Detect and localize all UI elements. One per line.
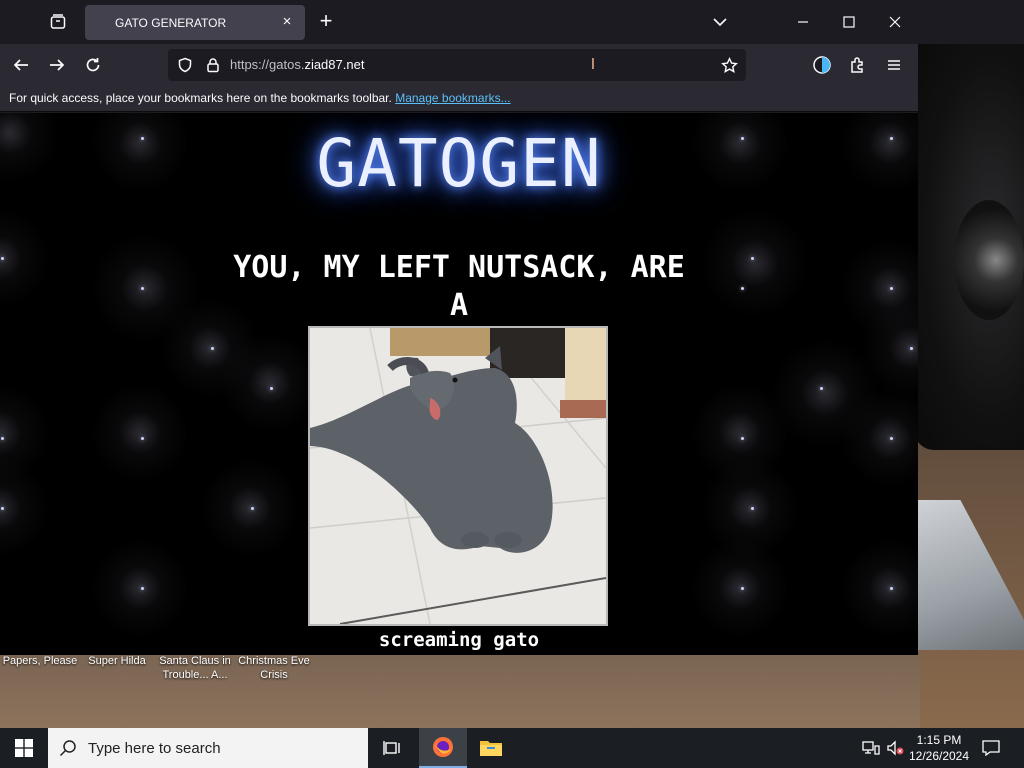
background-star bbox=[890, 437, 893, 440]
url-text[interactable]: https://gatos.ziad87.net bbox=[230, 57, 364, 72]
back-arrow-icon[interactable] bbox=[10, 54, 32, 76]
url-prefix: https://gatos. bbox=[230, 57, 305, 72]
background-star bbox=[751, 507, 754, 510]
browser-window: GATO GENERATOR × + https://gatos.ziad87.… bbox=[0, 0, 918, 655]
desktop-icon-label: Super Hilda bbox=[88, 655, 146, 667]
desktop-icon-super-hilda[interactable]: Super Hilda bbox=[80, 654, 154, 668]
site-title: GATOGEN bbox=[316, 125, 602, 202]
background-star bbox=[270, 387, 273, 390]
clock-date: 12/26/2024 bbox=[908, 749, 970, 763]
taskbar: Type here to search 1:15 PM 12/26/2024 bbox=[0, 728, 1024, 768]
windows-start-icon[interactable] bbox=[0, 728, 48, 768]
desktop-icon-santa-claus[interactable]: Santa Claus in Trouble... A... bbox=[155, 654, 235, 682]
bookmarks-message: For quick access, place your bookmarks h… bbox=[9, 91, 392, 105]
desktop-icon-label: Papers, Please bbox=[2, 655, 78, 667]
desktop-icon-papers-please[interactable]: Papers, Please bbox=[0, 654, 80, 668]
menu-hamburger-icon[interactable] bbox=[883, 54, 905, 76]
background-star bbox=[211, 347, 214, 350]
close-window-icon[interactable] bbox=[872, 0, 918, 44]
background-glow bbox=[220, 333, 320, 433]
bookmarks-toolbar: For quick access, place your bookmarks h… bbox=[0, 86, 918, 112]
address-bar[interactable]: https://gatos.ziad87.net I bbox=[168, 49, 746, 81]
notifications-icon[interactable] bbox=[980, 728, 1002, 768]
shield-icon[interactable] bbox=[174, 54, 196, 76]
cat-image bbox=[308, 326, 608, 626]
navigation-toolbar: https://gatos.ziad87.net I bbox=[0, 44, 918, 86]
text-cursor-icon: I bbox=[590, 56, 596, 73]
background-star bbox=[1, 507, 4, 510]
desktop-icon-christmas-eve-crisis[interactable]: Christmas Eve Crisis bbox=[234, 654, 314, 682]
background-star bbox=[741, 287, 744, 290]
background-star bbox=[890, 587, 893, 590]
task-view-icon[interactable] bbox=[368, 728, 416, 768]
background-glow bbox=[0, 458, 50, 558]
dark-reader-icon[interactable] bbox=[811, 54, 833, 76]
background-glow bbox=[0, 208, 50, 308]
clock-time: 1:15 PM bbox=[916, 733, 962, 747]
file-explorer-icon[interactable] bbox=[467, 728, 515, 768]
background-glow bbox=[200, 458, 300, 558]
background-star bbox=[1, 257, 4, 260]
title-bar-extension bbox=[918, 0, 1024, 44]
background-star bbox=[141, 587, 144, 590]
manage-bookmarks-link[interactable]: Manage bookmarks... bbox=[395, 91, 510, 105]
chevron-down-icon[interactable] bbox=[710, 12, 730, 32]
background-star bbox=[751, 257, 754, 260]
headline-line-1: YOU, MY LEFT NUTSACK, ARE bbox=[233, 250, 685, 285]
background-star bbox=[141, 437, 144, 440]
bookmark-star-icon[interactable] bbox=[718, 54, 740, 76]
network-icon[interactable] bbox=[860, 728, 882, 768]
taskbar-search-box[interactable]: Type here to search bbox=[48, 728, 368, 768]
close-tab-icon[interactable]: × bbox=[279, 14, 295, 30]
background-star bbox=[820, 387, 823, 390]
background-glow bbox=[90, 383, 190, 483]
speaker-photo bbox=[914, 30, 1024, 450]
desktop-icon-label: Santa Claus in Trouble... A... bbox=[159, 655, 231, 681]
web-page: GATOGEN YOU, MY LEFT NUTSACK, ARE A scre… bbox=[0, 113, 918, 655]
new-tab-icon[interactable]: + bbox=[316, 10, 336, 32]
background-star bbox=[141, 287, 144, 290]
lock-icon[interactable] bbox=[202, 54, 224, 76]
reload-icon[interactable] bbox=[82, 54, 104, 76]
minimize-icon[interactable] bbox=[780, 0, 826, 44]
cat-caption: screaming gato bbox=[378, 629, 540, 651]
url-domain: ziad87.net bbox=[304, 57, 365, 72]
background-star bbox=[910, 347, 913, 350]
headline-line-2: A bbox=[449, 288, 469, 323]
background-glow bbox=[690, 538, 790, 638]
background-star bbox=[1, 437, 4, 440]
search-icon bbox=[48, 739, 88, 757]
tab-gato-generator[interactable]: GATO GENERATOR × bbox=[85, 5, 305, 40]
tab-overview-icon[interactable] bbox=[44, 9, 72, 35]
extensions-icon[interactable] bbox=[847, 54, 869, 76]
volume-muted-icon[interactable] bbox=[884, 728, 906, 768]
firefox-taskbar-icon[interactable] bbox=[419, 728, 467, 768]
tab-title: GATO GENERATOR bbox=[115, 15, 227, 30]
forward-arrow-icon[interactable] bbox=[46, 54, 68, 76]
background-star bbox=[741, 587, 744, 590]
search-placeholder: Type here to search bbox=[88, 739, 221, 757]
maximize-icon[interactable] bbox=[826, 0, 872, 44]
system-clock[interactable]: 1:15 PM 12/26/2024 bbox=[904, 732, 974, 764]
background-glow bbox=[840, 538, 918, 638]
background-star bbox=[890, 287, 893, 290]
result-headline: YOU, MY LEFT NUTSACK, ARE A bbox=[200, 249, 718, 325]
background-star bbox=[251, 507, 254, 510]
background-star bbox=[741, 437, 744, 440]
background-glow bbox=[90, 538, 190, 638]
desktop-icon-label: Christmas Eve Crisis bbox=[238, 655, 310, 681]
